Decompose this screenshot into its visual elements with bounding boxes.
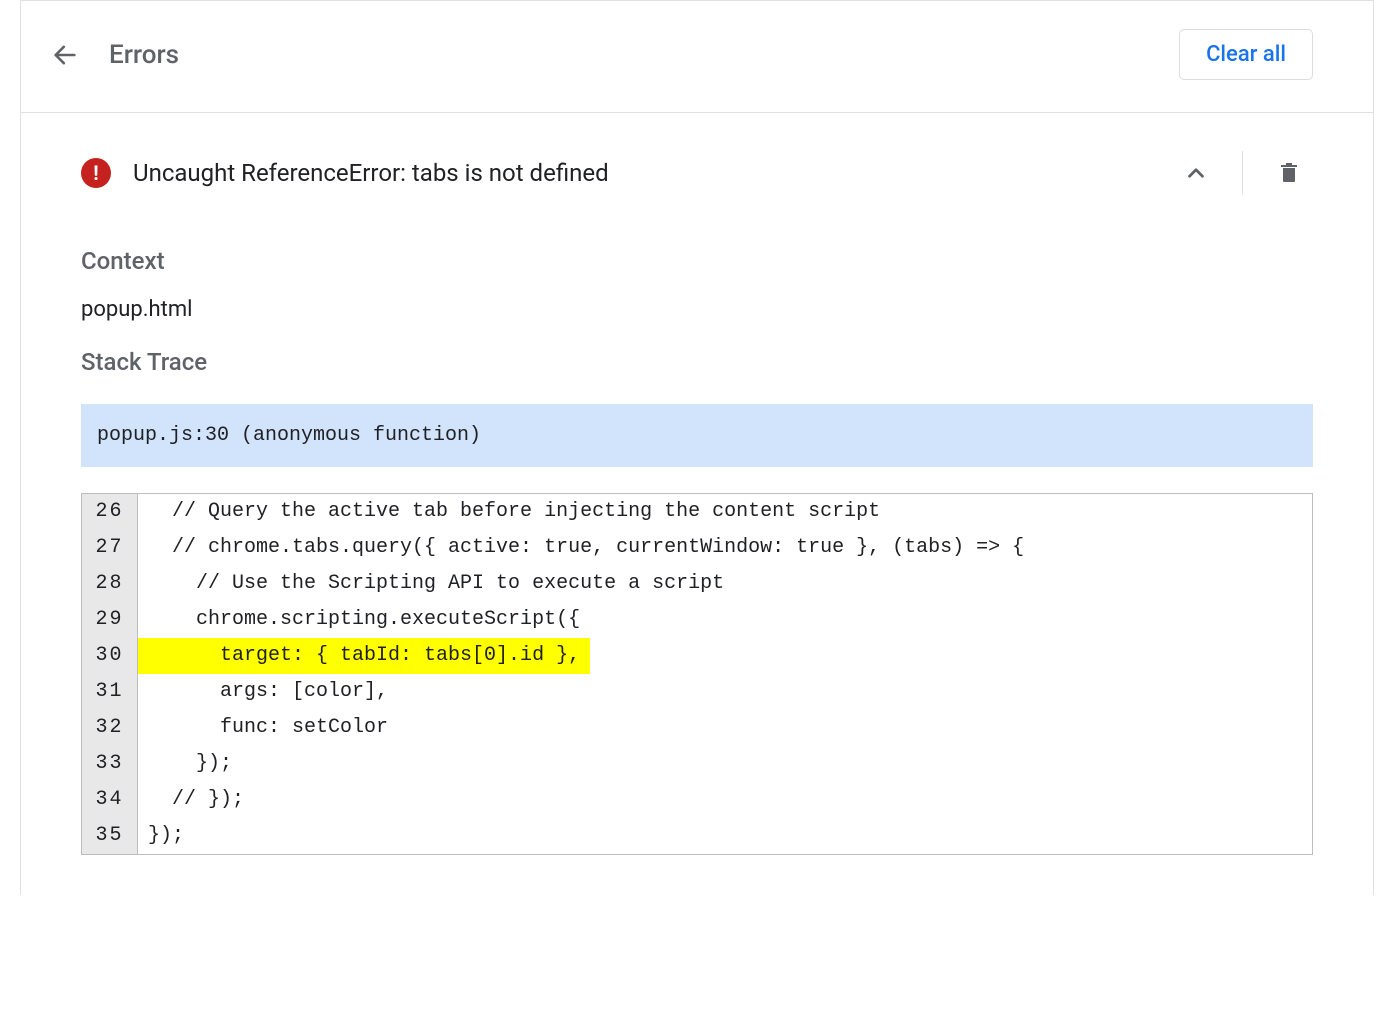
- header-bar: Errors Clear all: [81, 1, 1313, 112]
- code-line: 35});: [82, 818, 1312, 854]
- divider: [21, 112, 1373, 113]
- chevron-up-icon: [1183, 160, 1209, 186]
- line-number: 31: [82, 674, 138, 710]
- line-code: target: { tabId: tabs[0].id },: [138, 638, 590, 674]
- line-code: // Use the Scripting API to execute a sc…: [138, 566, 1312, 602]
- code-line: 29 chrome.scripting.executeScript({: [82, 602, 1312, 638]
- errors-panel: Errors Clear all ! Uncaught ReferenceErr…: [20, 0, 1374, 895]
- line-number: 35: [82, 818, 138, 854]
- error-message: Uncaught ReferenceError: tabs is not def…: [133, 159, 1172, 187]
- context-label: Context: [81, 247, 1313, 275]
- line-number: 30: [82, 638, 138, 674]
- line-code: // });: [138, 782, 1312, 818]
- line-code: func: setColor: [138, 710, 1312, 746]
- line-number: 26: [82, 494, 138, 530]
- back-button[interactable]: [45, 35, 85, 75]
- line-code: chrome.scripting.executeScript({: [138, 602, 1312, 638]
- stack-trace-label: Stack Trace: [81, 348, 1313, 376]
- line-number: 29: [82, 602, 138, 638]
- line-number: 32: [82, 710, 138, 746]
- delete-button[interactable]: [1265, 149, 1313, 197]
- code-line: 33 });: [82, 746, 1312, 782]
- line-code: // chrome.tabs.query({ active: true, cur…: [138, 530, 1312, 566]
- code-line: 27 // chrome.tabs.query({ active: true, …: [82, 530, 1312, 566]
- code-block: 26 // Query the active tab before inject…: [81, 493, 1313, 855]
- context-value: popup.html: [81, 297, 1313, 322]
- page-title: Errors: [109, 40, 179, 70]
- line-number: 33: [82, 746, 138, 782]
- clear-all-button[interactable]: Clear all: [1179, 29, 1313, 80]
- error-badge-symbol: !: [93, 161, 98, 185]
- stack-frame[interactable]: popup.js:30 (anonymous function): [81, 404, 1313, 467]
- line-number: 27: [82, 530, 138, 566]
- code-line: 28 // Use the Scripting API to execute a…: [82, 566, 1312, 602]
- code-line: 31 args: [color],: [82, 674, 1312, 710]
- arrow-left-icon: [51, 41, 79, 69]
- code-line: 32 func: setColor: [82, 710, 1312, 746]
- line-code: args: [color],: [138, 674, 1312, 710]
- code-line: 26 // Query the active tab before inject…: [82, 494, 1312, 530]
- code-line: 30 target: { tabId: tabs[0].id },: [82, 638, 1312, 674]
- trash-icon: [1277, 161, 1301, 185]
- code-line: 34 // });: [82, 782, 1312, 818]
- line-number: 28: [82, 566, 138, 602]
- line-code: // Query the active tab before injecting…: [138, 494, 1312, 530]
- error-row: ! Uncaught ReferenceError: tabs is not d…: [81, 125, 1313, 221]
- error-actions: [1172, 149, 1313, 197]
- collapse-button[interactable]: [1172, 149, 1220, 197]
- line-code: });: [138, 818, 1312, 854]
- separator: [1242, 151, 1243, 195]
- line-number: 34: [82, 782, 138, 818]
- error-icon: !: [81, 158, 111, 188]
- line-code: });: [138, 746, 1312, 782]
